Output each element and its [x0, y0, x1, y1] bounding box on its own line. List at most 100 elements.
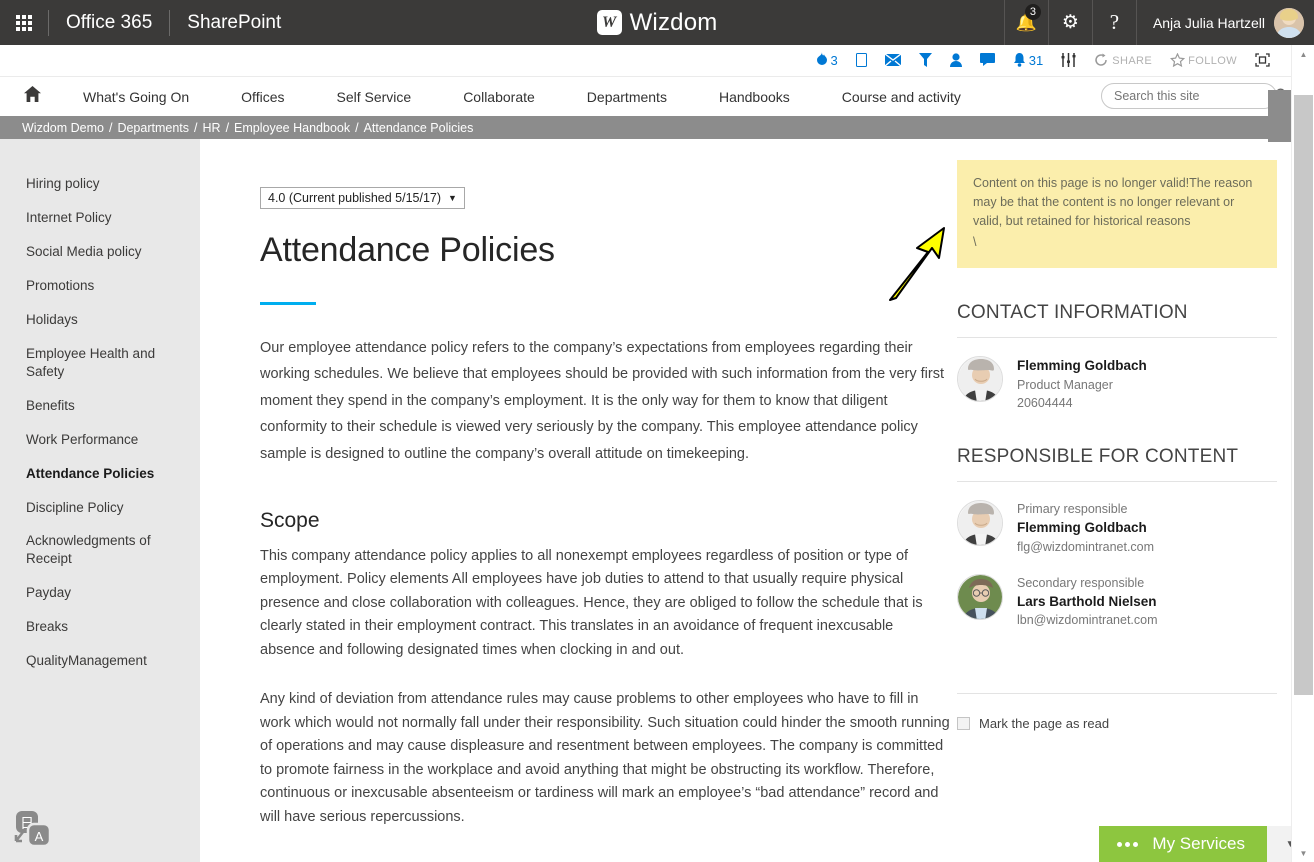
sidebar-item-breaks[interactable]: Breaks	[0, 610, 200, 644]
my-services-label: My Services	[1152, 834, 1245, 853]
share-button[interactable]: SHARE	[1085, 45, 1161, 77]
page-title: Attendance Policies	[260, 231, 555, 269]
waffle-icon	[16, 14, 32, 31]
breadcrumb-separator: /	[225, 120, 230, 135]
sidebar-item-benefits[interactable]: Benefits	[0, 389, 200, 423]
filter-icon	[918, 52, 932, 69]
primary-responsible-email[interactable]: flg@wizdomintranet.com	[1017, 538, 1154, 556]
sidebar-item-qualitymanagement[interactable]: QualityManagement	[0, 644, 200, 678]
gear-icon: ⚙	[1061, 12, 1079, 33]
right-rail: Content on this page is no longer valid!…	[957, 139, 1277, 731]
breadcrumb-item-hr[interactable]: HR	[203, 121, 221, 135]
scroll-down-button[interactable]: ▼	[1292, 844, 1314, 862]
mail-button[interactable]	[876, 45, 910, 77]
avatar	[957, 499, 1003, 546]
share-icon	[1094, 53, 1109, 69]
scroll-up-button[interactable]: ▲	[1292, 45, 1314, 63]
help-button[interactable]: ?	[1091, 0, 1136, 45]
article-column: 4.0 (Current published 5/15/17) ▼ Attend…	[260, 139, 950, 829]
sidebar-item-employee-health-and-safety[interactable]: Employee Health and Safety	[0, 337, 200, 389]
secondary-responsible-person[interactable]: Secondary responsible Lars Barthold Niel…	[957, 573, 1277, 630]
mail-icon	[884, 52, 902, 68]
responsible-for-content-heading: RESPONSIBLE FOR CONTENT	[957, 445, 1239, 467]
avatar	[1274, 7, 1304, 38]
secondary-responsible-kicker: Secondary responsible	[1017, 575, 1145, 590]
focus-on-content-button[interactable]	[1246, 45, 1279, 77]
sidebar-item-promotions[interactable]: Promotions	[0, 269, 200, 303]
left-navigation: Hiring policy Internet Policy Social Med…	[0, 139, 200, 862]
scrollbar-track[interactable]	[1292, 63, 1314, 844]
page-scrollbar[interactable]: ▲ ▼	[1291, 45, 1314, 862]
notification-badge: 3	[1024, 4, 1041, 20]
breadcrumb-item-departments[interactable]: Departments	[117, 121, 189, 135]
sidebar-item-discipline-policy[interactable]: Discipline Policy	[0, 491, 200, 525]
alerts-button[interactable]: 31	[1004, 45, 1052, 77]
secondary-responsible-email[interactable]: lbn@wizdomintranet.com	[1017, 611, 1158, 629]
notice-trailing-text: \	[973, 235, 977, 249]
sidebar-item-work-performance[interactable]: Work Performance	[0, 423, 200, 457]
sidebar-item-payday[interactable]: Payday	[0, 576, 200, 610]
scrollbar-thumb[interactable]	[1294, 95, 1313, 695]
breadcrumb-separator: /	[108, 120, 113, 135]
breadcrumb-separator: /	[355, 120, 359, 135]
breadcrumb: Wizdom Demo / Departments / HR / Employe…	[0, 116, 1291, 139]
section-heading-scope: Scope	[260, 508, 320, 532]
page-button[interactable]	[847, 45, 876, 77]
breadcrumb-item-employee-handbook[interactable]: Employee Handbook	[234, 121, 350, 135]
my-services-button[interactable]: My Services	[1099, 826, 1267, 862]
translate-widget[interactable]: 日 A	[10, 810, 56, 850]
flame-icon	[815, 52, 828, 69]
filter-button[interactable]	[910, 45, 941, 77]
trending-button[interactable]: 3	[806, 45, 847, 77]
nav-item-offices[interactable]: Offices	[215, 89, 310, 105]
sidebar-item-attendance-policies[interactable]: Attendance Policies	[0, 457, 200, 491]
focus-on-content-icon	[1255, 52, 1270, 69]
sidebar-item-internet-policy[interactable]: Internet Policy	[0, 201, 200, 235]
comments-button[interactable]	[971, 45, 1004, 77]
primary-responsible-name: Flemming Goldbach	[1017, 519, 1147, 535]
svg-text:A: A	[35, 829, 44, 844]
sidebar-item-acknowledgments-of-receipt[interactable]: Acknowledgments of Receipt	[0, 524, 200, 576]
scroll-position-marker	[1268, 90, 1291, 142]
mark-page-as-read-checkbox[interactable]	[957, 717, 970, 731]
version-select[interactable]: 4.0 (Current published 5/15/17) ▼	[260, 187, 465, 209]
app-launcher-button[interactable]	[0, 0, 48, 45]
nav-item-departments[interactable]: Departments	[561, 89, 693, 105]
nav-item-handbooks[interactable]: Handbooks	[693, 89, 816, 105]
notice-text: Content on this page is no longer valid!…	[973, 176, 1253, 228]
people-button[interactable]	[941, 45, 971, 77]
settings-sliders-button[interactable]	[1052, 45, 1085, 77]
home-icon[interactable]	[0, 86, 57, 107]
search-input[interactable]	[1114, 89, 1275, 103]
ellipsis-icon	[1117, 841, 1139, 847]
mark-page-as-read-label: Mark the page as read	[979, 716, 1110, 732]
user-menu[interactable]: Anja Julia Hartzell	[1135, 0, 1314, 45]
sidebar-item-holidays[interactable]: Holidays	[0, 303, 200, 337]
wizdom-brand-text: Wizdom	[629, 8, 718, 36]
sharepoint-link[interactable]: SharePoint	[170, 12, 298, 34]
wizdom-logo[interactable]: W Wizdom	[596, 8, 718, 37]
trending-count: 3	[830, 53, 838, 68]
nav-item-course-and-activity[interactable]: Course and activity	[816, 89, 987, 105]
search-box[interactable]	[1101, 83, 1289, 109]
sidebar-item-hiring-policy[interactable]: Hiring policy	[0, 167, 200, 201]
mark-page-as-read-row[interactable]: Mark the page as read	[957, 716, 1277, 731]
primary-responsible-person[interactable]: Primary responsible Flemming Goldbach fl…	[957, 499, 1277, 556]
contact-person[interactable]: Flemming Goldbach Product Manager 206044…	[957, 356, 1277, 412]
sidebar-item-social-media-policy[interactable]: Social Media policy	[0, 235, 200, 269]
article-paragraph-3: Any kind of deviation from attendance ru…	[260, 691, 950, 825]
help-icon: ?	[1109, 10, 1120, 34]
notifications-button[interactable]: 🔔 3	[1003, 0, 1048, 45]
follow-button[interactable]: FOLLOW	[1161, 45, 1246, 77]
office365-link[interactable]: Office 365	[49, 12, 169, 34]
settings-button[interactable]: ⚙	[1047, 0, 1092, 45]
nav-item-collaborate[interactable]: Collaborate	[437, 89, 561, 105]
title-accent-rule	[260, 302, 316, 305]
nav-item-whats-going-on[interactable]: What's Going On	[57, 89, 215, 105]
nav-item-self-service[interactable]: Self Service	[310, 89, 437, 105]
user-name: Anja Julia Hartzell	[1152, 14, 1265, 31]
divider	[957, 693, 1277, 695]
breadcrumb-item-wizdom-demo[interactable]: Wizdom Demo	[22, 121, 104, 135]
breadcrumb-item-attendance-policies[interactable]: Attendance Policies	[364, 121, 474, 135]
settings-sliders-icon	[1061, 52, 1076, 69]
